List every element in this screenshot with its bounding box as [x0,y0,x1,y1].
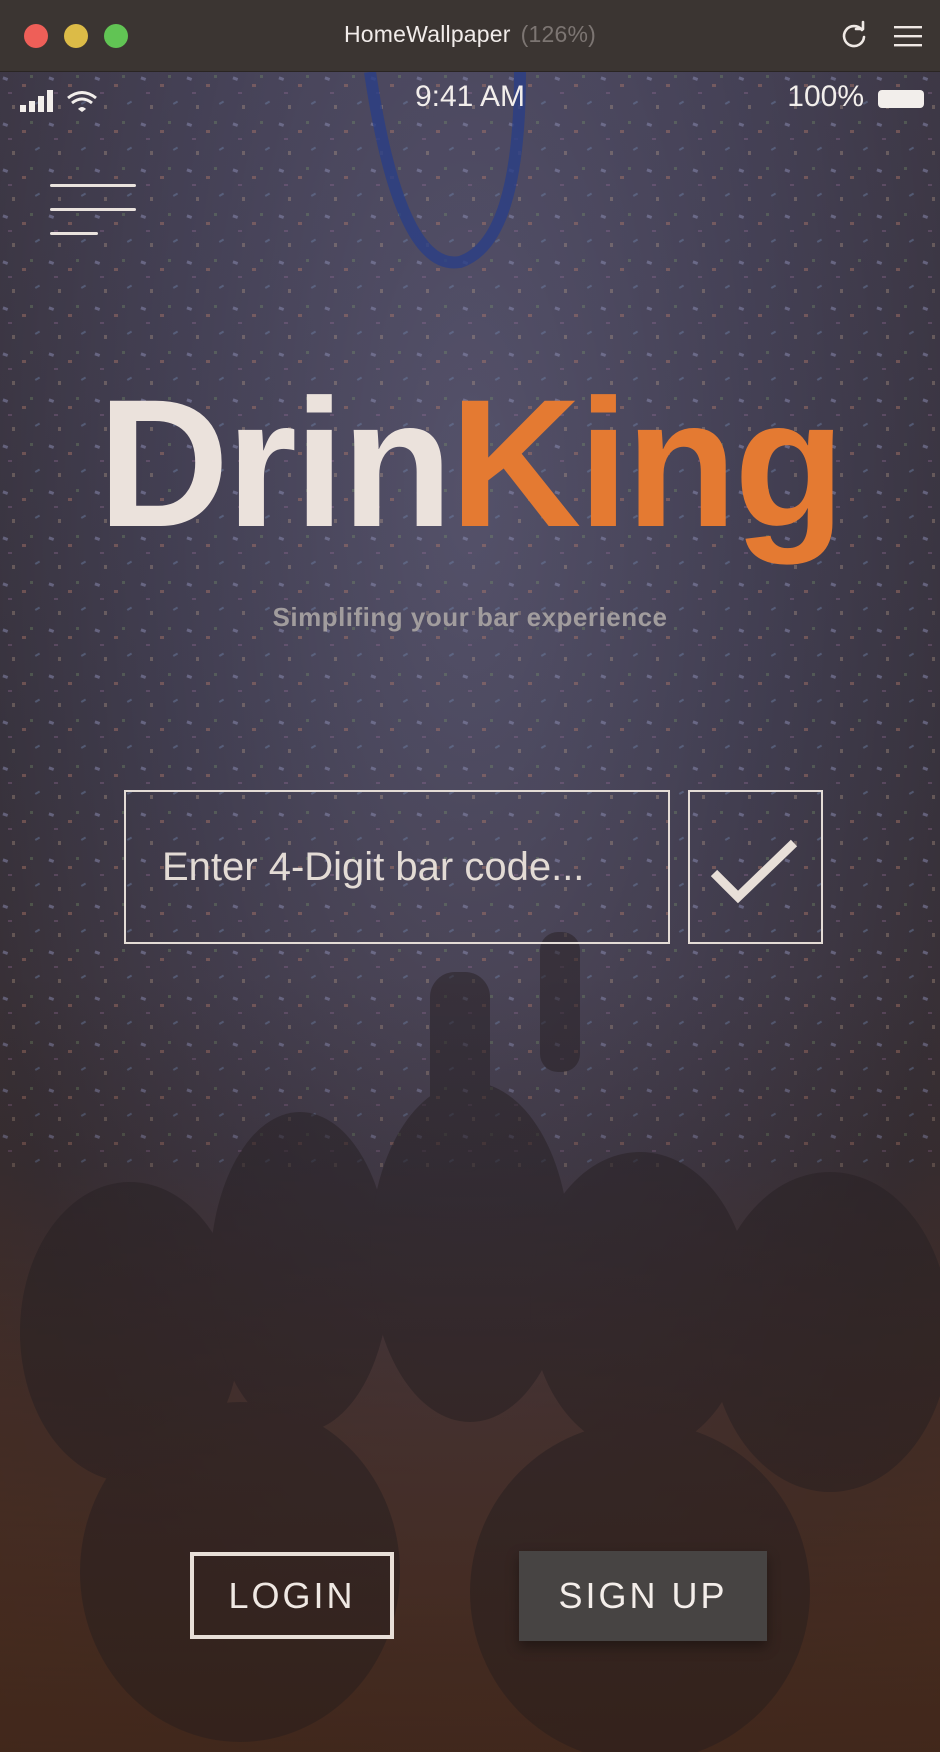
app-window: HomeWallpaper (126%) 9:41 AM 100% DrinKi… [0,0,940,1752]
hamburger-line [50,208,136,211]
battery-percentage: 100% [787,80,864,113]
bar-code-input[interactable] [124,790,670,944]
menu-icon[interactable] [892,20,924,52]
hamburger-line [50,232,98,235]
title-bar: HomeWallpaper (126%) [0,0,940,72]
window-title-group: HomeWallpaper (126%) [0,21,940,48]
hamburger-line [50,184,136,187]
brand-logo-part2: King [449,361,845,565]
zoom-level: (126%) [520,21,596,47]
refresh-icon[interactable] [838,20,870,52]
hamburger-menu-icon[interactable] [50,184,138,238]
brand-tagline: Simplifing your bar experience [272,602,668,632]
signup-button[interactable]: SIGN UP [519,1551,767,1641]
login-button[interactable]: LOGIN [190,1552,394,1639]
battery-icon [878,90,924,108]
phone-screen: 9:41 AM 100% DrinKing Simplifing your ba… [0,72,940,1752]
window-title: HomeWallpaper [344,21,511,47]
submit-code-button[interactable] [688,790,823,944]
brand-logo: DrinKing [0,372,940,554]
checkmark-icon [710,839,798,904]
brand-logo-part1: Drin [97,361,453,565]
